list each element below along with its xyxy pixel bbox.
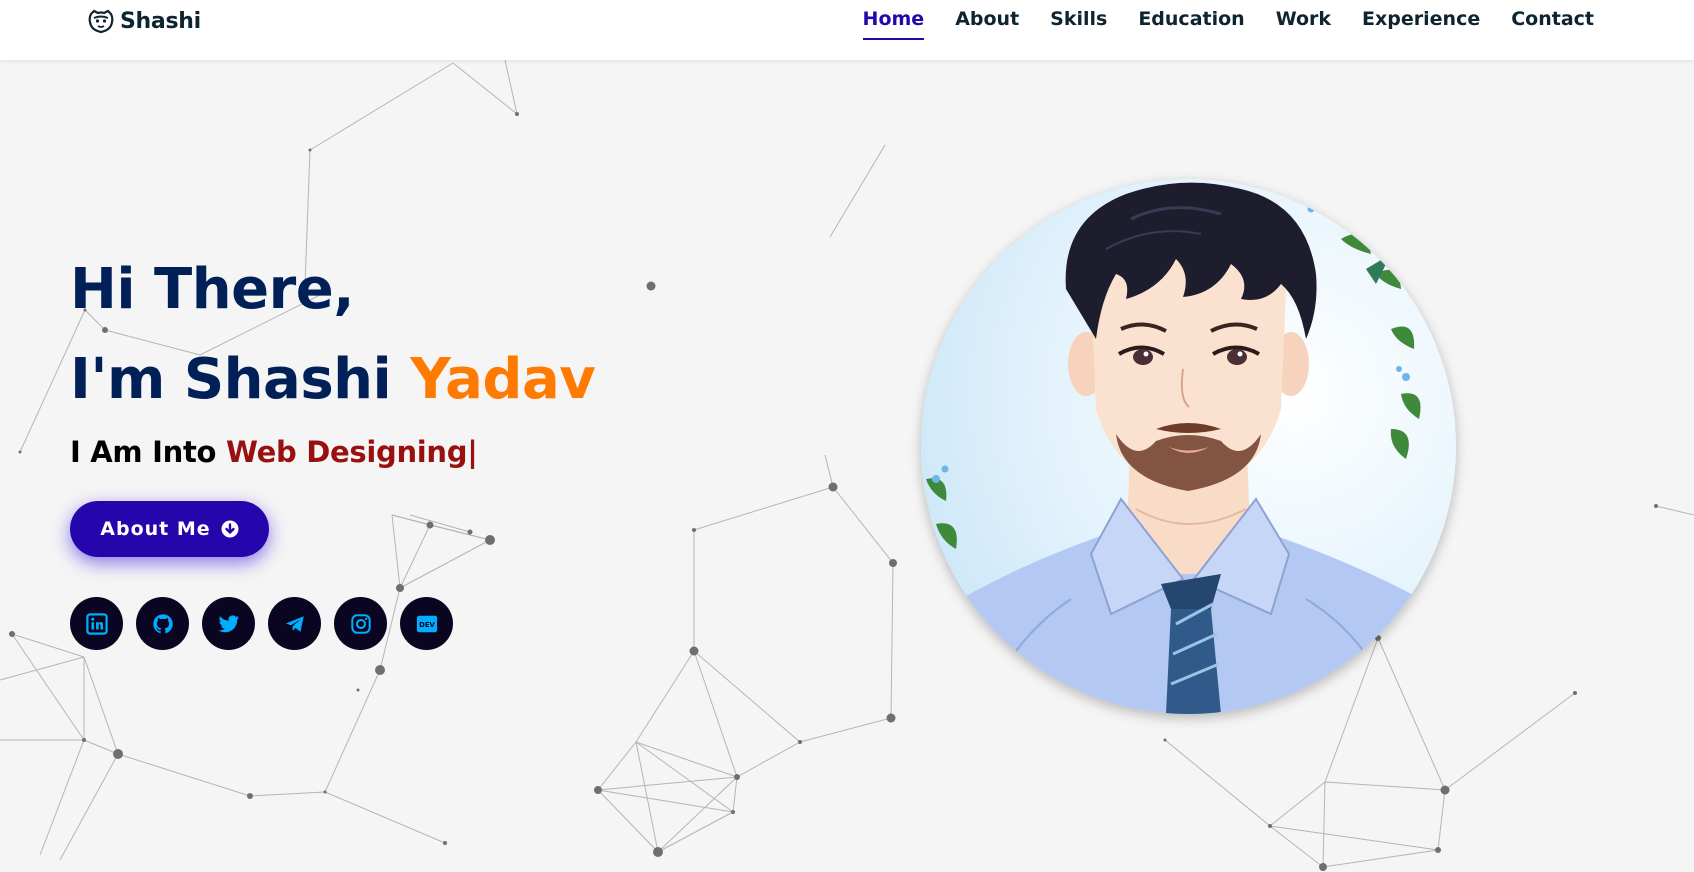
- instagram-link[interactable]: [334, 597, 387, 650]
- navbar: Shashi Home About Skills Education Work …: [0, 0, 1694, 60]
- instagram-icon: [350, 613, 371, 634]
- github-link[interactable]: [136, 597, 189, 650]
- about-me-button[interactable]: About Me: [70, 501, 269, 557]
- github-icon: [152, 613, 173, 633]
- nav-link-contact[interactable]: Contact: [1511, 8, 1594, 40]
- main-nav: Home About Skills Education Work Experie…: [862, 8, 1594, 40]
- nav-link-education[interactable]: Education: [1138, 8, 1244, 40]
- hero-surname: Yadav: [410, 347, 596, 412]
- dev-icon: DEV: [416, 615, 437, 632]
- telegram-icon: [285, 615, 304, 632]
- typed-text: Web Designing: [225, 435, 468, 469]
- social-links: DEV: [70, 597, 453, 650]
- hero-intro: I'm Shashi: [70, 347, 411, 412]
- typing-prefix: I Am Into: [70, 435, 226, 469]
- napster-cat-icon: [88, 9, 114, 34]
- avatar-illustration: [921, 179, 1456, 714]
- brand-logo[interactable]: Shashi: [88, 6, 201, 36]
- about-me-label: About Me: [100, 518, 211, 540]
- telegram-link[interactable]: [268, 597, 321, 650]
- linkedin-link[interactable]: [70, 597, 123, 650]
- typing-cursor: |: [467, 435, 478, 469]
- profile-avatar: [921, 179, 1456, 714]
- arrow-circle-down-icon: [221, 520, 239, 538]
- nav-link-about[interactable]: About: [955, 8, 1019, 40]
- nav-link-work[interactable]: Work: [1276, 8, 1331, 40]
- brand-name: Shashi: [120, 8, 201, 34]
- hero-greeting: Hi There,: [70, 257, 354, 322]
- typing-line: I Am Into Web Designing|: [70, 435, 595, 469]
- nav-link-experience[interactable]: Experience: [1362, 8, 1480, 40]
- dev-link[interactable]: DEV: [400, 597, 453, 650]
- twitter-link[interactable]: [202, 597, 255, 650]
- nav-link-home[interactable]: Home: [862, 8, 925, 40]
- nav-link-skills[interactable]: Skills: [1050, 8, 1107, 40]
- hero-heading: Hi There, I'm Shashi Yadav: [70, 245, 596, 425]
- svg-text:DEV: DEV: [419, 621, 435, 629]
- twitter-icon: [218, 614, 239, 632]
- linkedin-icon: [85, 612, 108, 635]
- hero-text: Hi There, I'm Shashi Yadav I Am Into Web…: [70, 245, 596, 469]
